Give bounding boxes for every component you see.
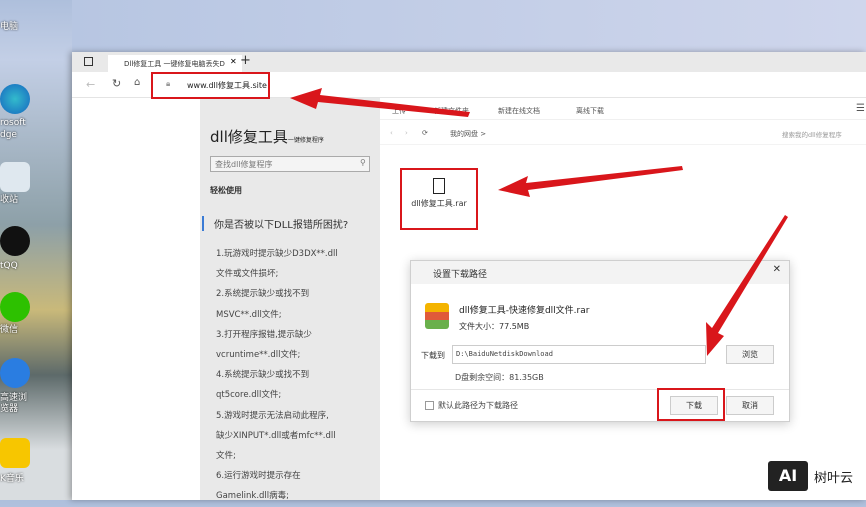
watermark-logo: AI bbox=[768, 461, 808, 491]
annotation-arrows bbox=[290, 88, 788, 356]
arrow-to-url bbox=[290, 88, 470, 117]
arrow-to-download bbox=[706, 215, 788, 356]
arrow-to-file bbox=[498, 166, 683, 197]
watermark-text: 树叶云 bbox=[814, 470, 854, 486]
watermark: AI 树叶云 bbox=[762, 452, 866, 500]
